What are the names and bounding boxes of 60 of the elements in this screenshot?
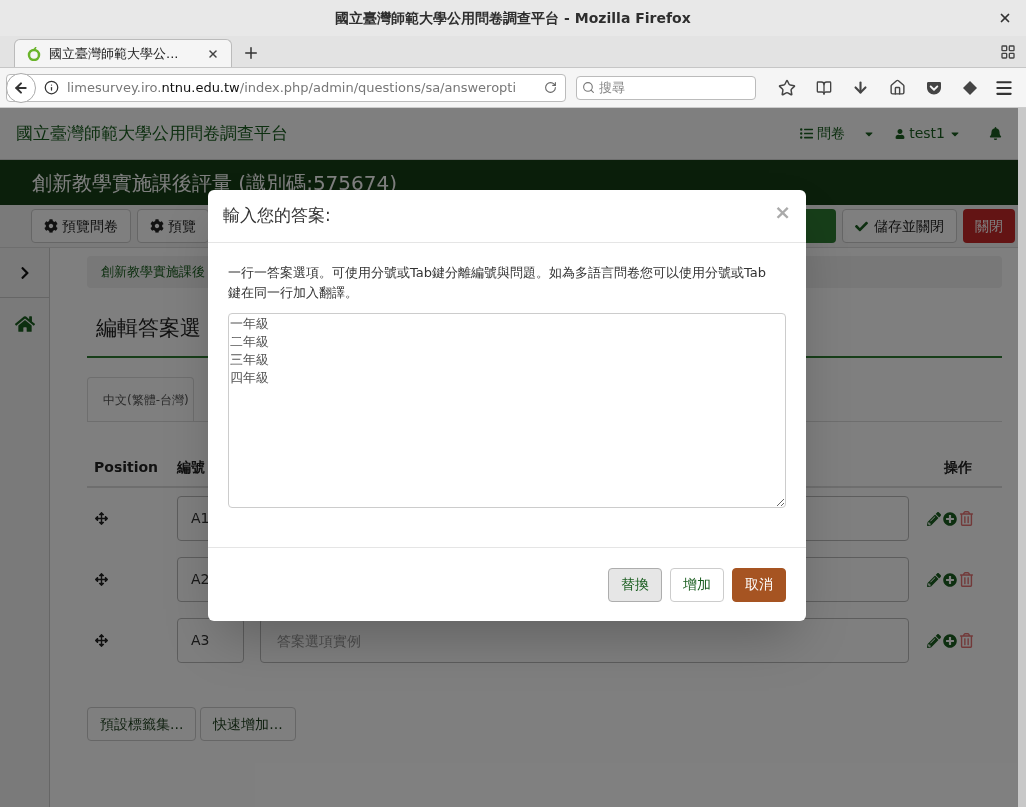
check-icon: [855, 219, 868, 233]
scrollbar[interactable]: [1018, 108, 1026, 807]
url-bar[interactable]: limesurvey.iro.ntnu.edu.tw/index.php/admin/questions/sa/answeropti: [6, 73, 566, 102]
surveys-menu[interactable]: 問卷: [800, 123, 846, 144]
dialog-button[interactable]: 替換: [608, 567, 662, 602]
add-icon[interactable]: [943, 511, 957, 526]
pencil-icon[interactable]: [927, 572, 941, 587]
window-title: 國立臺灣師範大學公用問卷調查平台 - Mozilla Firefox: [335, 8, 691, 28]
pencil-icon[interactable]: [927, 511, 941, 526]
column-header: 操作: [944, 457, 972, 477]
home-icon[interactable]: [889, 79, 906, 96]
pocket-icon[interactable]: [926, 79, 942, 96]
list-icon: [800, 127, 814, 140]
url-text: limesurvey.iro.ntnu.edu.tw/index.php/admin/questions/sa/answeropti: [67, 78, 518, 97]
search-field[interactable]: 搜尋: [576, 75, 756, 100]
save-close-button[interactable]: 儲存並關閉: [842, 209, 957, 243]
move-handle-icon[interactable]: [95, 573, 108, 586]
user-icon: [895, 128, 906, 139]
language-tab[interactable]: 中文(繁體-台灣): [87, 377, 194, 421]
lime-icon: [27, 46, 41, 61]
info-icon: [44, 80, 59, 95]
answer-tools-button[interactable]: 預設標籤集...: [87, 707, 197, 741]
bell-icon[interactable]: [989, 127, 1002, 140]
bookmark-star-icon[interactable]: [778, 78, 796, 97]
browser-tab[interactable]: 國立臺灣師範大學公...: [14, 39, 232, 67]
grid-icon[interactable]: [1000, 44, 1016, 60]
answer-tools-button[interactable]: 快速增加...: [200, 707, 296, 741]
preview-button[interactable]: 預覽: [137, 209, 209, 243]
add-icon[interactable]: [943, 633, 957, 648]
back-button[interactable]: [6, 72, 36, 103]
pencil-icon[interactable]: [927, 633, 941, 648]
preview-button[interactable]: 預覽問卷: [31, 209, 131, 243]
add-icon[interactable]: [943, 572, 957, 587]
breadcrumb-link[interactable]: 創新教學實施課後: [101, 262, 205, 282]
gear-icon: [44, 219, 58, 233]
close-button[interactable]: 關閉: [963, 209, 1015, 243]
code-field[interactable]: A3: [177, 618, 244, 663]
site-title[interactable]: 國立臺灣師範大學公用問卷調查平台: [16, 120, 288, 147]
close-icon[interactable]: [998, 11, 1012, 25]
close-icon[interactable]: [207, 47, 219, 60]
move-handle-icon[interactable]: [95, 512, 108, 525]
instructions-text: 一行一答案選項。可使用分號或Tab鍵分離編號與問題。如為多語言問卷您可以使用分號或Tab鍵在同一行加入翻譯。: [228, 264, 767, 302]
dialog-button[interactable]: 增加: [670, 567, 724, 602]
answers-textarea[interactable]: 一年級 二年級 三年級 四年級: [228, 313, 786, 508]
back-icon: [13, 79, 29, 96]
reading-list-icon[interactable]: [816, 79, 832, 96]
dialog-button[interactable]: 取消: [732, 567, 786, 602]
search-icon: [582, 81, 595, 95]
section-title: 編輯答案選: [96, 315, 201, 343]
dialog-title: 輸入您的答案:: [223, 204, 331, 228]
gear-icon: [150, 219, 164, 233]
new-tab-icon[interactable]: [242, 44, 260, 62]
move-handle-icon[interactable]: [95, 634, 108, 647]
column-header: Position: [94, 457, 160, 477]
download-icon[interactable]: [852, 79, 869, 96]
user-menu[interactable]: test1: [895, 123, 961, 144]
column-header: 編號: [177, 457, 205, 477]
tab-title: 國立臺灣師範大學公...: [49, 44, 180, 63]
reload-icon[interactable]: [544, 81, 557, 94]
close-button[interactable]: ×: [774, 202, 791, 222]
